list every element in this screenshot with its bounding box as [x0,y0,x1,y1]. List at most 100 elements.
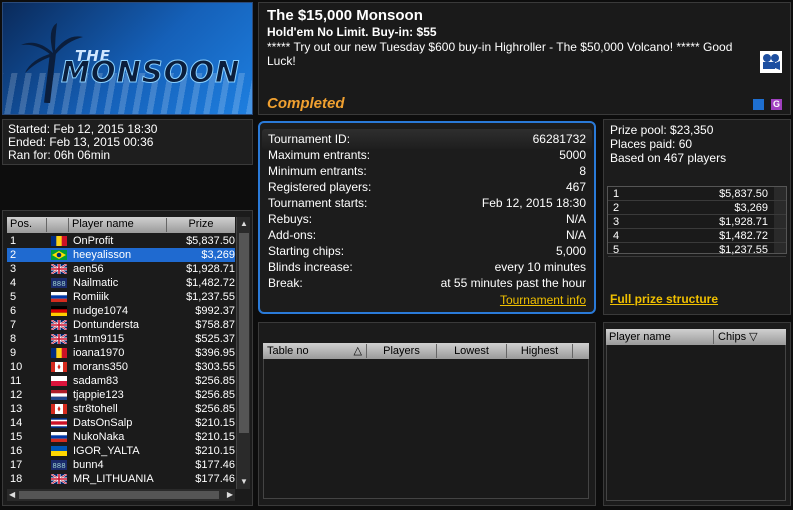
romania-flag-icon [51,236,67,246]
player-name: NukoNaka [73,431,125,443]
player-pos: 9 [10,347,17,359]
player-pos: 16 [10,445,23,457]
player-row[interactable]: 7 Dontundersta $758.87 [7,318,235,332]
player-row[interactable]: 6 nudge1074 $992.37 [7,304,235,318]
tournament-info-link[interactable]: Tournament info [500,293,586,307]
player-pos: 18 [10,473,23,485]
col-header-players[interactable]: Players [367,344,437,358]
players-vertical-scrollbar[interactable]: ▲ ▼ [236,217,250,489]
player-row[interactable]: 15 NukoNaka $210.15 [7,430,235,444]
player-name: IGOR_YALTA [73,445,140,457]
col-header-table-no[interactable]: Table no △ [263,344,367,358]
tables-list-panel: Table no △ Players Lowest Highest [258,322,596,506]
player-name: nudge1074 [73,305,129,317]
col-header-player-name[interactable]: Player name [69,218,167,232]
players-horizontal-scrollbar[interactable]: ◀ ▶ [7,489,235,501]
unknown-flag-icon: 888 [51,460,67,470]
sort-down-triangle-icon: ▽ [749,331,758,343]
player-row[interactable]: 13 str8tohell $256.85 [7,402,235,416]
prize-row[interactable]: 2 $3,269 [608,201,786,215]
scroll-up-arrow-icon[interactable]: ▲ [240,219,248,229]
based-on-text: Based on 467 players [610,151,727,165]
tables-list-body[interactable] [263,359,589,499]
player-name: Dontundersta [73,319,140,331]
player-row[interactable]: 18 MR_LITHUANIA $177.46 [7,472,235,486]
player-row[interactable]: 5 Romiiik $1,237.55 [7,290,235,304]
tournament-status: Completed [267,95,345,112]
tables-header: Table no △ Players Lowest Highest [263,343,589,359]
canada-flag-icon [51,404,67,414]
brazil-flag-icon [51,250,67,260]
info-value: 467 [565,180,586,194]
player-row[interactable]: 11 sadam83 $256.85 [7,374,235,388]
player-prize: $303.55 [195,361,235,373]
col-header-chips[interactable]: Chips ▽ [714,330,786,344]
russia-flag-icon [51,292,67,302]
player-name: aen56 [73,263,104,275]
player-prize: $256.85 [195,403,235,415]
tournament-info-row: Break: at 55 minutes past the hour [268,275,586,291]
tournament-title: The $15,000 Monsoon [267,7,423,24]
chips-list-panel: Player name Chips ▽ [603,322,791,506]
scroll-thumb[interactable] [239,233,249,433]
info-key: Blinds increase: [268,260,353,274]
prize-row[interactable]: 4 $1,482.72 [608,229,786,243]
col-header-lowest[interactable]: Lowest [437,344,507,358]
prize-place: 5 [613,244,620,256]
prize-amount: $1,928.71 [719,216,768,228]
poland-flag-icon [51,376,67,386]
player-row[interactable]: 9 ioana1970 $396.95 [7,346,235,360]
tournament-info-row: Tournament ID: 66281732 [268,131,586,147]
player-row[interactable]: 8 1mtm9115 $525.37 [7,332,235,346]
player-pos: 2 [10,249,17,261]
full-prize-structure-link[interactable]: Full prize structure [610,292,718,306]
player-prize: $1,928.71 [186,263,235,275]
info-key: Break: [268,276,303,290]
tournament-info-row: Tournament starts: Feb 12, 2015 18:30 [268,195,586,211]
player-row[interactable]: 3 aen56 $1,928.71 [7,262,235,276]
player-row[interactable]: 16 IGOR_YALTA $210.15 [7,444,235,458]
info-key: Starting chips: [268,244,345,258]
player-prize: $210.15 [195,445,235,457]
prize-row[interactable]: 5 $1,237.55 [608,243,786,257]
prize-amount: $1,237.55 [719,244,768,256]
ran-for-text: Ran for: 06h 06min [8,148,111,162]
info-value: every 10 minutes [494,260,586,274]
tournament-info-panel: Tournament ID: 66281732 Maximum entrants: 5… [258,121,596,314]
g-icon[interactable]: G [771,99,782,110]
player-prize: $396.95 [195,347,235,359]
player-prize: $210.15 [195,417,235,429]
col-header-flag[interactable] [47,218,69,232]
player-pos: 6 [10,305,17,317]
col-header-chips-player-name[interactable]: Player name [606,330,714,344]
scroll-down-arrow-icon[interactable]: ▼ [240,477,248,487]
col-header-pos[interactable]: Pos. [7,218,47,232]
player-row[interactable]: 14 DatsOnSalp $210.15 [7,416,235,430]
player-name: sadam83 [73,375,119,387]
players-table-header: Pos. Player name Prize [7,217,235,233]
player-row[interactable]: 2 heeyalisson $3,269 [7,248,235,262]
chips-list-body[interactable] [606,345,786,501]
prize-pool-panel: Prize pool: $23,350 Places paid: 60 Base… [603,119,791,315]
prize-row[interactable]: 1 $5,837.50 [608,187,786,201]
player-pos: 12 [10,389,23,401]
player-row[interactable]: 17 888 bunn4 $177.46 [7,458,235,472]
stats-icon[interactable] [753,99,764,110]
player-row[interactable]: 12 tjappie123 $256.85 [7,388,235,402]
prize-pool-text: Prize pool: $23,350 [610,123,714,137]
tournament-info-row: Registered players: 467 [268,179,586,195]
player-name: Romiiik [73,291,110,303]
uk-flag-icon [51,264,67,274]
scroll-left-arrow-icon[interactable]: ◀ [9,490,15,500]
scroll-right-arrow-icon[interactable]: ▶ [227,490,233,500]
col-header-highest[interactable]: Highest [507,344,573,358]
col-header-prize[interactable]: Prize [167,218,235,232]
player-row[interactable]: 10 morans350 $303.55 [7,360,235,374]
player-row[interactable]: 4 888 Nailmatic $1,482.72 [7,276,235,290]
hscroll-thumb[interactable] [19,491,219,499]
player-row[interactable]: 1 OnProfit $5,837.50 [7,234,235,248]
player-name: str8tohell [73,403,118,415]
film-camera-icon[interactable] [760,51,782,73]
info-key: Tournament ID: [268,132,351,146]
prize-row[interactable]: 3 $1,928.71 [608,215,786,229]
